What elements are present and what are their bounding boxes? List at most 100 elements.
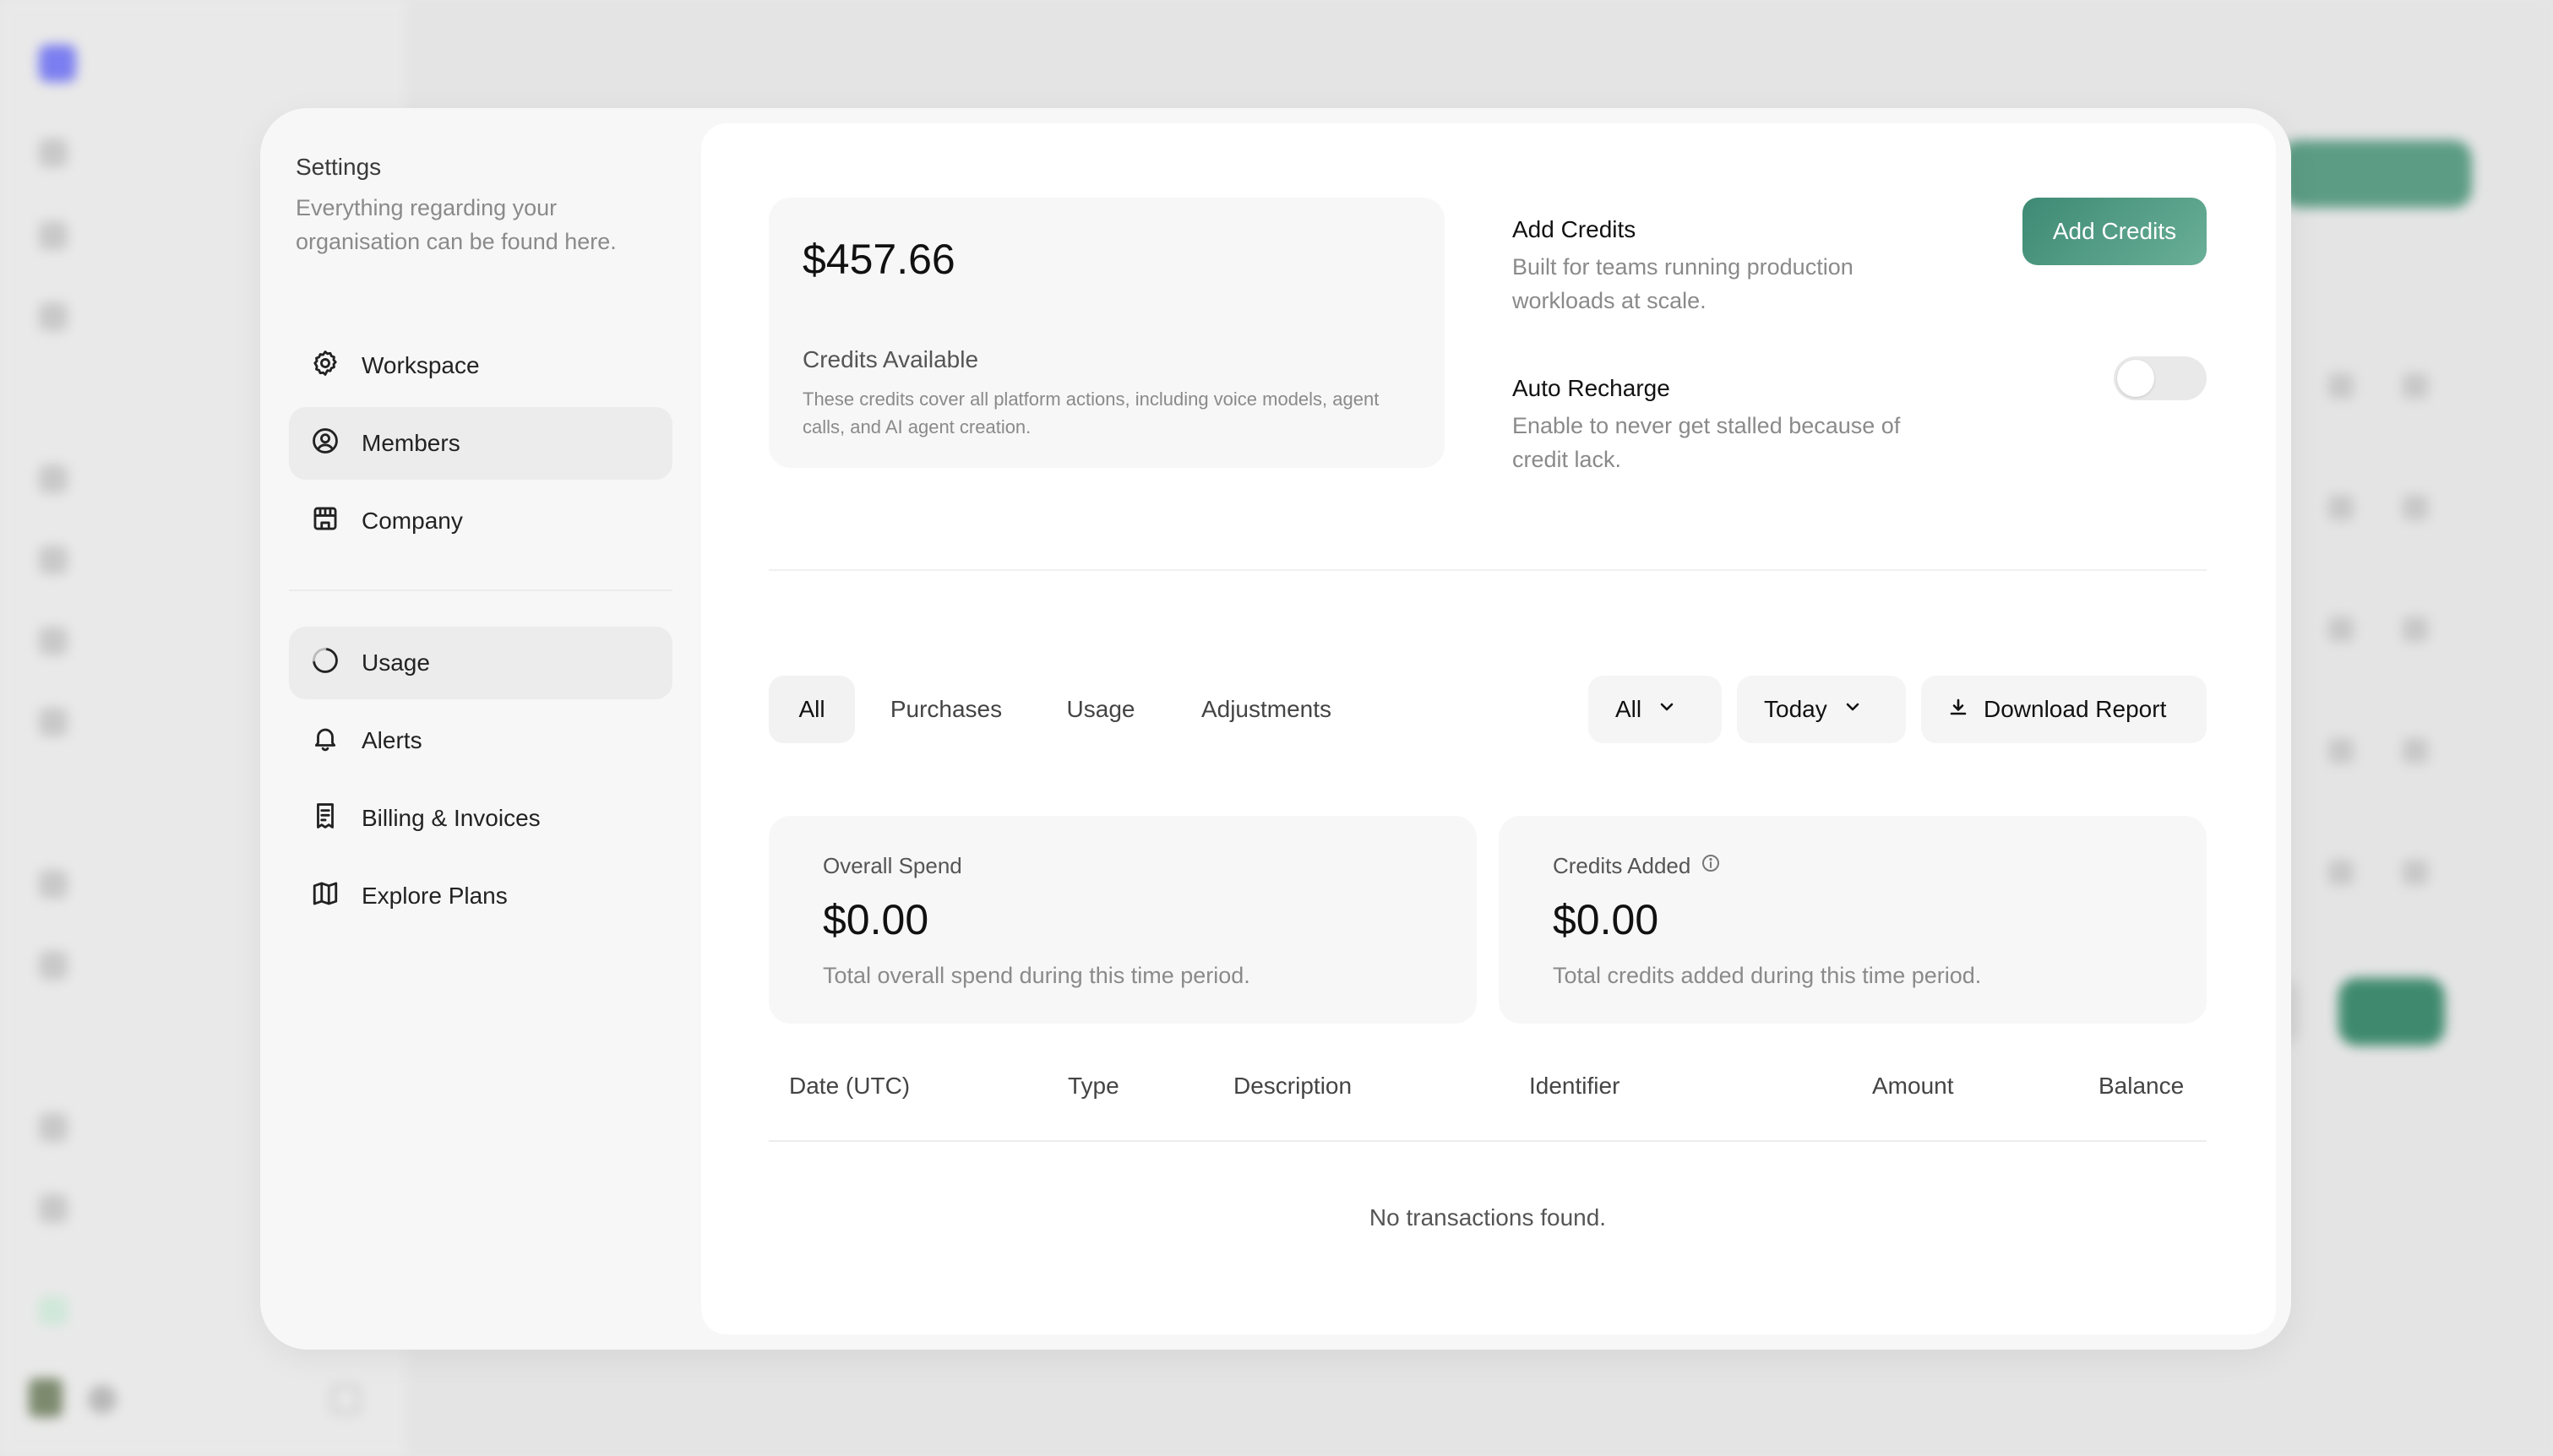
bg-nav-icon: [39, 1113, 68, 1142]
sidebar-item-label: Alerts: [362, 727, 422, 753]
balance-label: Credits Available: [803, 346, 979, 372]
bg-row-icon: [2328, 738, 2354, 763]
toggle-knob: [2117, 360, 2154, 397]
org-switcher: [39, 42, 76, 84]
bg-nav-icon: [39, 1194, 68, 1223]
auto-recharge-description: Enable to never get stalled because of c…: [1512, 413, 1901, 472]
bg-row-icon: [2328, 373, 2354, 399]
download-report-button[interactable]: Download Report: [1921, 676, 2207, 743]
bg-nav-icon: [39, 139, 68, 167]
bg-nav-item: [39, 546, 68, 574]
bg-nav-item: [39, 139, 68, 167]
sidebar-item-usage[interactable]: Usage: [289, 627, 672, 699]
sidebar-item-billing[interactable]: Billing & Invoices: [289, 782, 672, 855]
date-range-dropdown[interactable]: Today: [1737, 676, 1906, 743]
sidebar-item-label: Usage: [362, 649, 430, 676]
bg-row-icon: [2403, 860, 2428, 885]
balance-card: $457.66 Credits Available These credits …: [769, 198, 1445, 468]
date-range-value: Today: [1764, 696, 1827, 722]
bell-icon: [311, 724, 340, 758]
bg-row-icon: [2403, 617, 2428, 642]
settings-description: Everything regarding your organisation c…: [296, 195, 617, 254]
add-credits-description: Built for teams running production workl…: [1512, 254, 1854, 313]
bg-nav-icon: [39, 951, 68, 980]
tab-purchases[interactable]: Purchases: [870, 676, 1022, 743]
credits-added-value: $0.00: [1553, 896, 1659, 943]
sidebar-item-company[interactable]: Company: [289, 485, 672, 557]
column-header-balance: Balance: [2098, 1073, 2185, 1099]
bg-credit-dot: [39, 1296, 68, 1325]
settings-title: Settings: [296, 154, 382, 180]
sidebar-item-label: Members: [362, 430, 460, 456]
bg-nav-item: [39, 870, 68, 899]
bg-nav-icon: [39, 302, 68, 331]
bg-row-icon: [2403, 373, 2428, 399]
add-credits-title: Add Credits: [1512, 216, 1636, 242]
download-icon: [1948, 696, 1968, 723]
sidebar-collapse-icon: [331, 1385, 360, 1414]
bg-row-icon: [2328, 617, 2354, 642]
overall-spend-label-text: Overall Spend: [823, 853, 962, 878]
settings-modal: Settings Everything regarding your organ…: [260, 108, 2291, 1350]
bg-next-button: [2338, 978, 2445, 1046]
status-icon: [88, 1385, 117, 1414]
sidebar-item-alerts[interactable]: Alerts: [289, 704, 672, 777]
sidebar-item-explore-plans[interactable]: Explore Plans: [289, 860, 672, 932]
bg-row-icon: [2403, 495, 2428, 520]
column-header-amount: Amount: [1872, 1073, 1954, 1099]
pie-loader-icon: [311, 646, 340, 681]
table-header-divider: [769, 1140, 2207, 1142]
bg-nav-item: [39, 1113, 68, 1142]
tab-usage[interactable]: Usage: [1031, 676, 1171, 743]
sidebar-item-label: Workspace: [362, 352, 480, 378]
bg-nav-item: [39, 708, 68, 736]
empty-state-message: No transactions found.: [1369, 1204, 1607, 1231]
sidebar-divider: [289, 589, 672, 591]
map-icon: [311, 879, 340, 914]
type-filter-value: All: [1615, 696, 1642, 722]
bg-nav-icon: [39, 708, 68, 736]
add-credits-button[interactable]: Add Credits: [2022, 198, 2207, 265]
credits-added-description: Total credits added during this time per…: [1553, 963, 1982, 988]
sidebar-item-workspace[interactable]: Workspace: [289, 329, 672, 402]
credits-added-label-text: Credits Added: [1553, 853, 1691, 878]
user-circle-icon: [311, 426, 340, 461]
bg-create-button: [2281, 140, 2472, 208]
bg-nav-item: [39, 951, 68, 980]
bg-credit-indicator: [39, 1296, 68, 1325]
type-filter-dropdown[interactable]: All: [1588, 676, 1722, 743]
sidebar-item-members[interactable]: Members: [289, 407, 672, 480]
column-header-type: Type: [1068, 1073, 1119, 1099]
credits-added-label: Credits Added: [1553, 853, 1721, 879]
balance-description: These credits cover all platform actions…: [803, 388, 1380, 437]
tab-adjustments[interactable]: Adjustments: [1179, 676, 1353, 743]
bg-nav-item: [39, 221, 68, 250]
bg-nav-icon: [39, 870, 68, 899]
bg-nav-icon: [39, 627, 68, 655]
overall-spend-label: Overall Spend: [823, 853, 962, 879]
chevron-down-icon: [1657, 696, 1677, 723]
avatar: [29, 1378, 63, 1417]
bg-row-icon: [2328, 860, 2354, 885]
bg-nav-icon: [39, 546, 68, 574]
column-header-description: Description: [1233, 1073, 1353, 1099]
bg-nav-icon: [39, 465, 68, 493]
org-logo: [39, 45, 76, 82]
sidebar-item-label: Explore Plans: [362, 883, 508, 909]
column-header-date: Date (UTC): [789, 1073, 911, 1099]
bg-nav-item: [39, 465, 68, 493]
download-report-label: Download Report: [1984, 696, 2167, 722]
info-icon[interactable]: [1701, 853, 1721, 879]
tab-all[interactable]: All: [769, 676, 855, 743]
bg-nav-icon: [39, 221, 68, 250]
bg-nav-item: [39, 627, 68, 655]
sidebar-item-label: Billing & Invoices: [362, 805, 541, 831]
auto-recharge-title: Auto Recharge: [1512, 375, 1670, 401]
chevron-down-icon: [1843, 696, 1863, 723]
credits-added-card: Credits Added $0.00 Total credits added …: [1499, 816, 2207, 1024]
section-divider: [769, 569, 2207, 571]
auto-recharge-toggle[interactable]: [2114, 356, 2207, 400]
settings-sidebar: Settings Everything regarding your organ…: [260, 108, 699, 1350]
overall-spend-card: Overall Spend $0.00 Total overall spend …: [769, 816, 1477, 1024]
column-header-identifier: Identifier: [1529, 1073, 1620, 1099]
